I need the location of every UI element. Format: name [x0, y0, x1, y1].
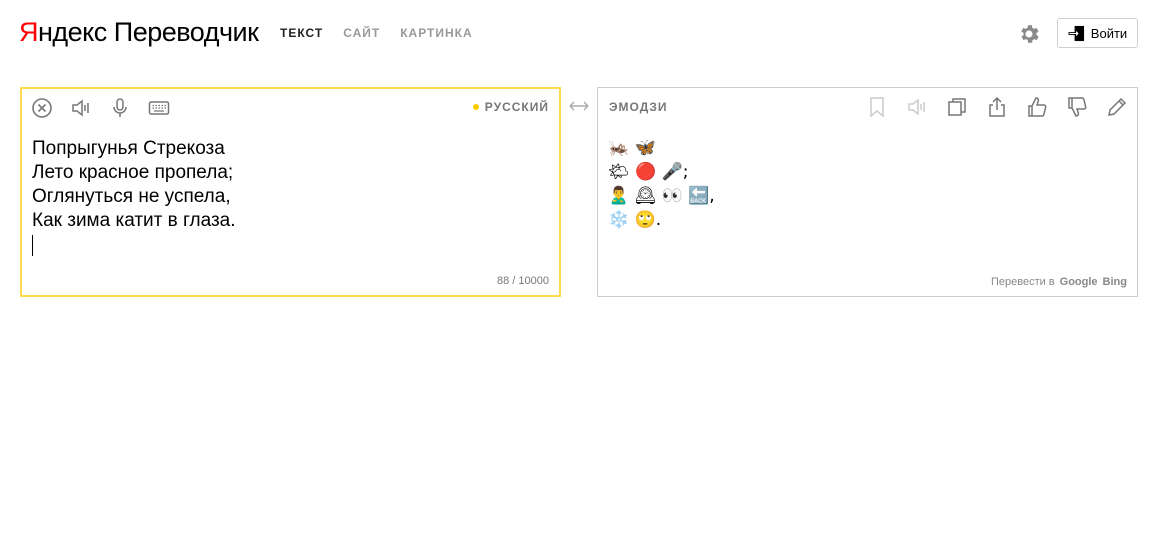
source-toolbar — [30, 97, 171, 119]
keyboard-icon[interactable] — [147, 97, 171, 119]
bing-link[interactable]: Bing — [1103, 276, 1127, 288]
login-label: Войти — [1090, 25, 1128, 41]
target-panel: ЭМОДЗИ 🦗 🦋 🌤 🔴 🎤; 🙎‍♂️ 🕰 👀 🔙, ❄️ 🙄. Пере… — [597, 87, 1138, 297]
translation-output: 🦗 🦋 🌤 🔴 🎤; 🙎‍♂️ 🕰 👀 🔙, ❄️ 🙄. — [608, 138, 715, 230]
source-text-input[interactable]: Попрыгунья Стрекоза Лето красное пропела… — [32, 137, 549, 233]
translate-via-label: Перевести в — [990, 276, 1055, 288]
swap-languages-icon[interactable] — [567, 97, 591, 115]
target-language-selector[interactable]: ЭМОДЗИ — [609, 100, 668, 114]
source-language-selector[interactable]: РУССКИЙ — [472, 100, 549, 114]
tab-image[interactable]: КАРТИНКА — [400, 26, 472, 40]
tab-text[interactable]: ТЕКСТ — [280, 26, 323, 40]
settings-gear-icon[interactable] — [1017, 22, 1041, 46]
speaker-icon[interactable] — [905, 96, 929, 118]
share-icon[interactable] — [985, 96, 1009, 118]
target-toolbar — [865, 96, 1129, 118]
tab-site[interactable]: САЙТ — [343, 26, 380, 40]
microphone-icon[interactable] — [108, 97, 132, 119]
google-link[interactable]: Google — [1060, 276, 1098, 288]
char-counter: 88 / 10000 — [497, 275, 549, 287]
copy-icon[interactable] — [945, 96, 969, 118]
source-panel: РУССКИЙ Попрыгунья Стрекоза Лето красное… — [20, 87, 561, 297]
clear-icon[interactable] — [30, 97, 54, 119]
yandex-translate-logo[interactable]: Яндекс Переводчик — [19, 17, 259, 51]
login-icon — [1068, 25, 1084, 41]
speaker-icon[interactable] — [69, 97, 93, 119]
thumbs-up-icon[interactable] — [1025, 96, 1049, 118]
source-language-label: РУССКИЙ — [484, 100, 549, 114]
translate-via: Перевести в Google Bing — [991, 276, 1127, 288]
edit-icon[interactable] — [1105, 96, 1129, 118]
bookmark-icon[interactable] — [865, 96, 889, 118]
text-caret — [32, 235, 33, 256]
logo-brand: Яндекс — [19, 17, 107, 47]
mode-tabs: ТЕКСТ САЙТ КАРТИНКА — [280, 26, 473, 40]
thumbs-down-icon[interactable] — [1065, 96, 1089, 118]
language-dot-icon — [472, 104, 479, 110]
login-button[interactable]: Войти — [1057, 18, 1138, 48]
logo-product: Переводчик — [113, 17, 259, 47]
